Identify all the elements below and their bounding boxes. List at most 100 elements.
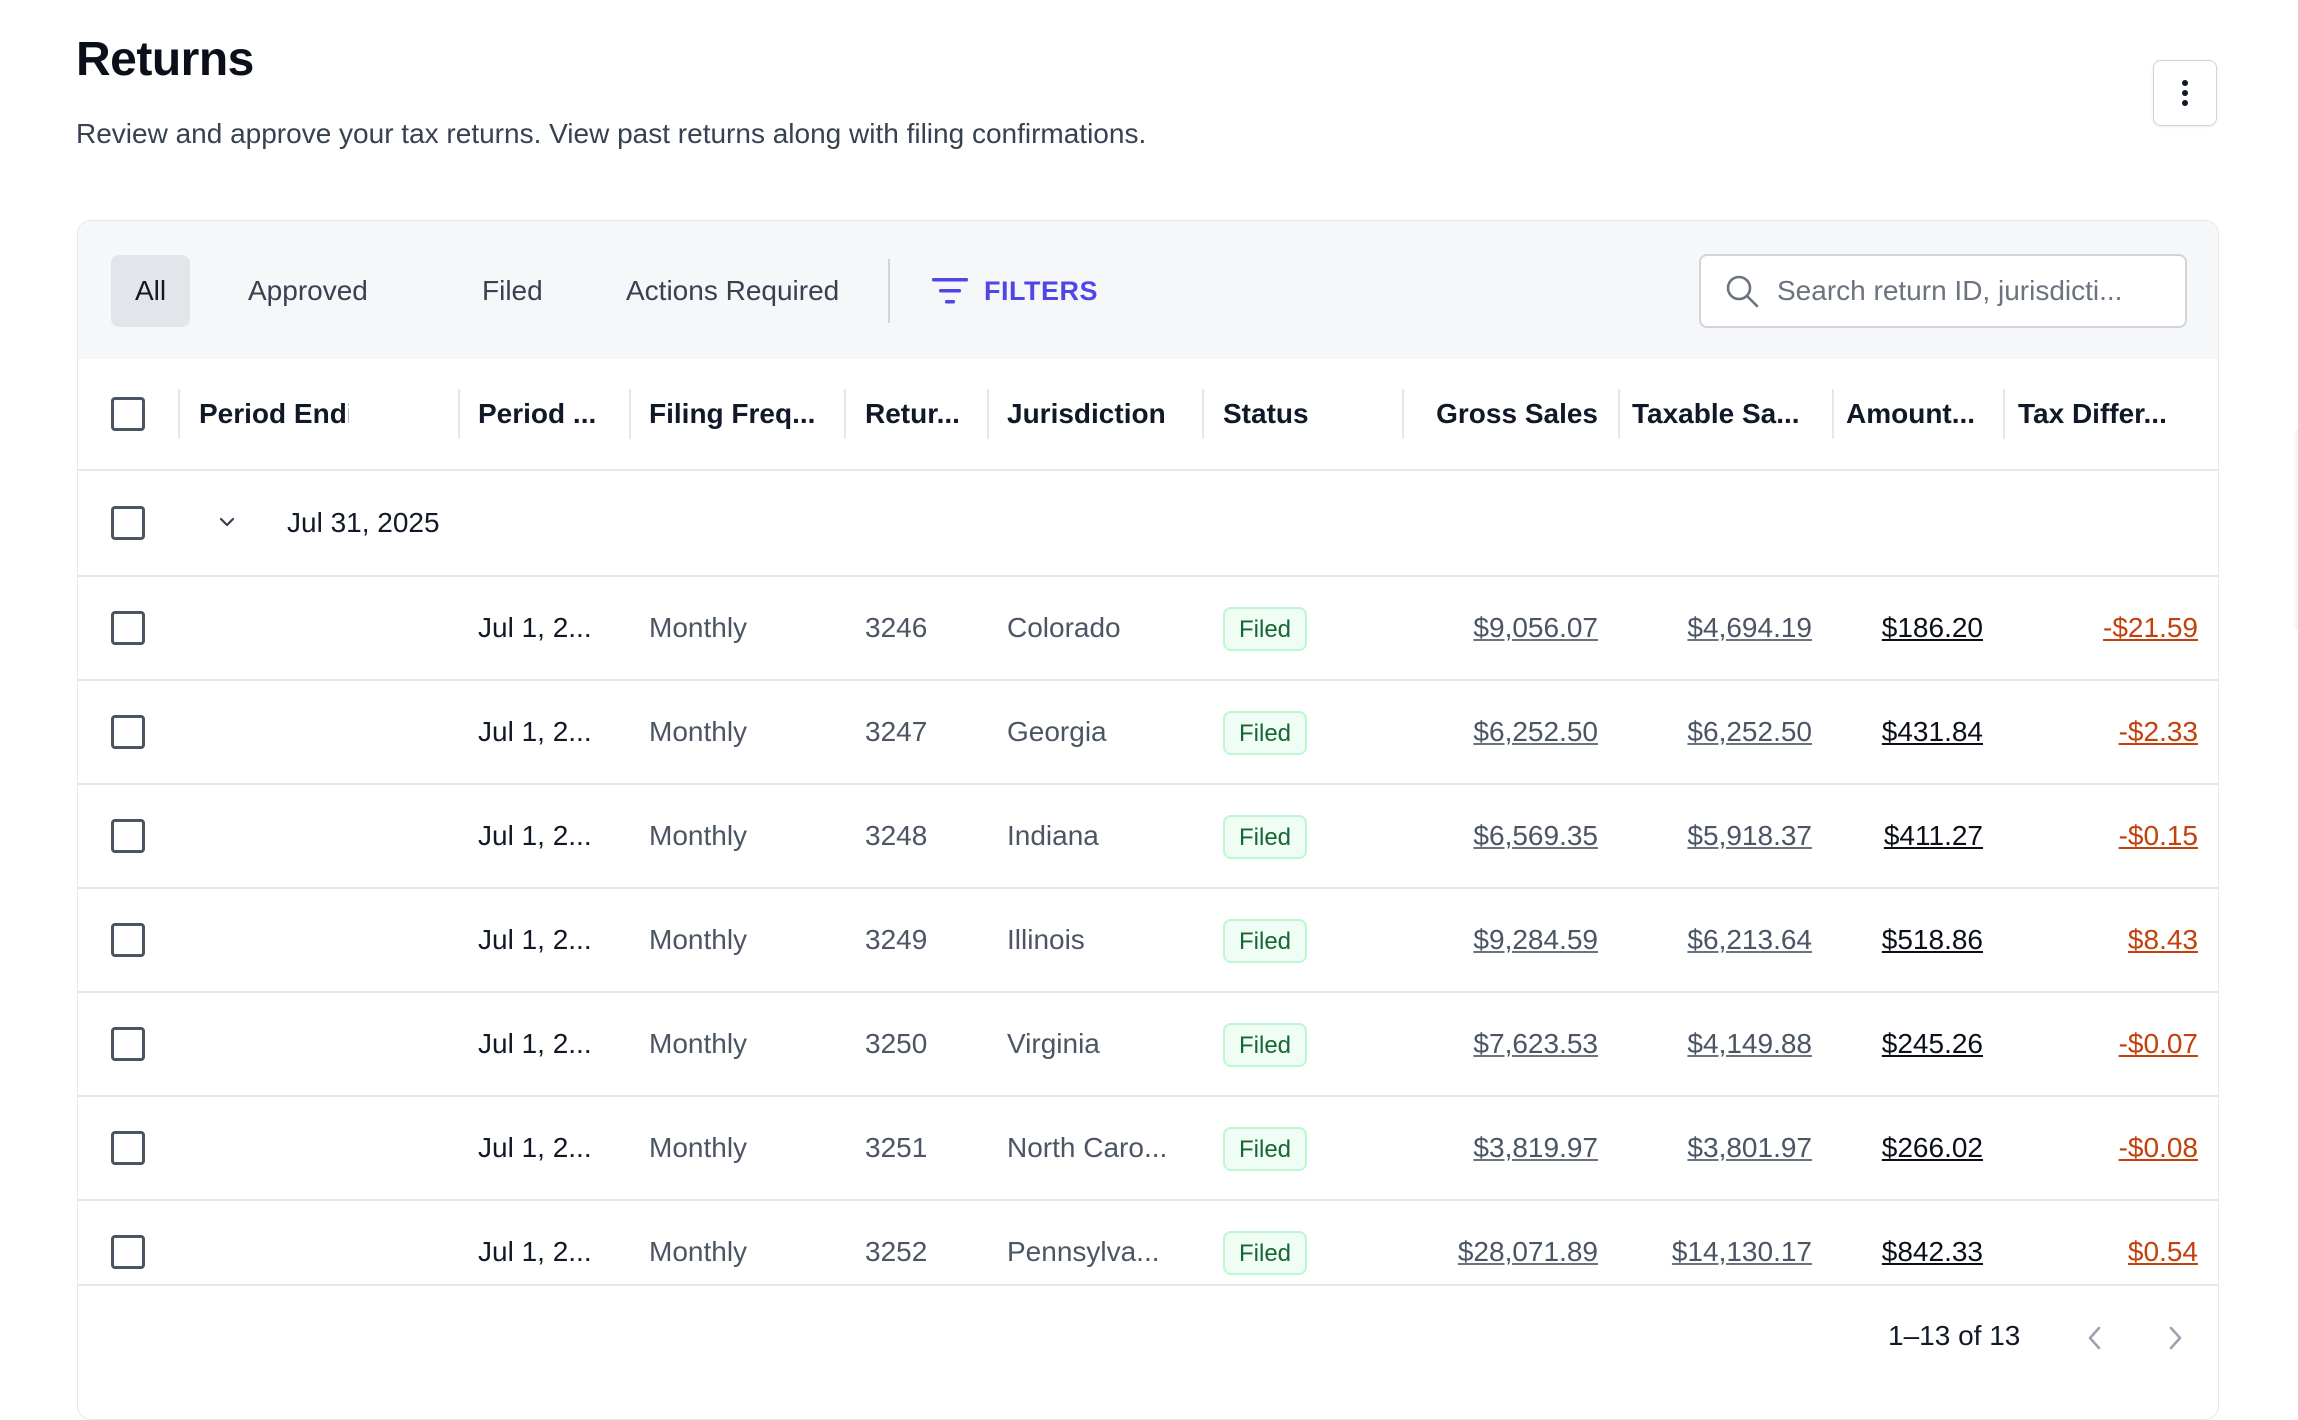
pagination-range: 1–13 of 13	[1888, 1320, 2021, 1351]
jurisdiction-cell: Virginia	[1007, 1028, 1100, 1059]
group-label: Jul 31, 2025	[287, 507, 440, 538]
row-checkbox[interactable]	[111, 1235, 145, 1269]
period-start-cell: Jul 1, 2...	[478, 924, 592, 955]
tax-difference-link[interactable]: $8.43	[1978, 889, 2198, 991]
amount-link[interactable]: $186.20	[1778, 577, 1983, 679]
jurisdiction-cell: Georgia	[1007, 716, 1107, 747]
more-options-button[interactable]	[2153, 60, 2217, 126]
search-box[interactable]	[1699, 254, 2187, 328]
tab-filed[interactable]: Filed	[458, 255, 567, 327]
row-checkbox[interactable]	[111, 715, 145, 749]
column-divider	[458, 389, 460, 439]
table-row[interactable]: Jul 1, 2... Monthly 3250 Virginia Filed …	[78, 993, 2218, 1097]
jurisdiction-cell: Colorado	[1007, 612, 1121, 643]
column-header-period-ending[interactable]: Period Ending	[199, 359, 349, 469]
frequency-cell: Monthly	[649, 820, 748, 851]
tax-difference-link[interactable]: -$2.33	[1978, 681, 2198, 783]
table-header-row: Period Ending Period ... Filing Freq... …	[78, 359, 2218, 471]
page-title: Returns	[76, 33, 254, 86]
column-divider	[1402, 389, 1404, 439]
tax-difference-link[interactable]: -$21.59	[1978, 577, 2198, 679]
status-badge: Filed	[1223, 711, 1308, 755]
column-header-return-id[interactable]: Retur...	[865, 359, 995, 469]
toolbar-divider	[888, 259, 890, 323]
returns-card: All Approved Filed Actions Required FILT…	[77, 220, 2219, 1420]
gross-sales-link[interactable]: $6,252.50	[1378, 681, 1598, 783]
amount-link[interactable]: $266.02	[1778, 1097, 1983, 1199]
amount-link[interactable]: $431.84	[1778, 681, 1983, 783]
column-header-status[interactable]: Status	[1223, 359, 1373, 469]
kebab-vertical-icon	[2182, 80, 2188, 106]
return-id-cell: 3251	[865, 1132, 928, 1163]
row-checkbox[interactable]	[111, 819, 145, 853]
search-icon	[1726, 275, 1759, 308]
return-id-cell: 3246	[865, 612, 928, 643]
column-header-amount[interactable]: Amount...	[1846, 359, 2006, 469]
frequency-cell: Monthly	[649, 612, 748, 643]
gross-sales-link[interactable]: $9,284.59	[1378, 889, 1598, 991]
column-divider	[1832, 389, 1834, 439]
row-checkbox[interactable]	[111, 611, 145, 645]
next-page-button[interactable]	[2153, 1316, 2197, 1360]
column-divider	[987, 389, 989, 439]
column-header-jurisdiction[interactable]: Jurisdiction	[1007, 359, 1187, 469]
tax-difference-link[interactable]: -$0.08	[1978, 1097, 2198, 1199]
tab-approved[interactable]: Approved	[224, 255, 392, 327]
prev-page-button[interactable]	[2073, 1316, 2117, 1360]
column-header-gross-sales[interactable]: Gross Sales	[1408, 359, 1598, 469]
column-header-tax-difference[interactable]: Tax Differ...	[2018, 359, 2198, 469]
column-header-filing-frequency[interactable]: Filing Freq...	[649, 359, 829, 469]
column-divider	[844, 389, 846, 439]
row-checkbox[interactable]	[111, 923, 145, 957]
period-start-cell: Jul 1, 2...	[478, 1132, 592, 1163]
period-start-cell: Jul 1, 2...	[478, 1028, 592, 1059]
return-id-cell: 3247	[865, 716, 928, 747]
tax-difference-link[interactable]: -$0.15	[1978, 785, 2198, 887]
row-checkbox[interactable]	[111, 1027, 145, 1061]
group-row[interactable]: Jul 31, 2025	[78, 471, 2218, 577]
row-checkbox[interactable]	[111, 1131, 145, 1165]
gross-sales-link[interactable]: $6,569.35	[1378, 785, 1598, 887]
column-header-period-start[interactable]: Period ...	[478, 359, 628, 469]
jurisdiction-cell: Indiana	[1007, 820, 1099, 851]
frequency-cell: Monthly	[649, 1132, 748, 1163]
table-body: Jul 1, 2... Monthly 3246 Colorado Filed …	[78, 577, 2218, 1305]
chevron-down-icon[interactable]	[216, 511, 238, 533]
search-input[interactable]	[1775, 274, 2179, 308]
tab-all[interactable]: All	[111, 255, 191, 327]
filters-button[interactable]: FILTERS	[932, 265, 1098, 317]
table-row[interactable]: Jul 1, 2... Monthly 3248 Indiana Filed $…	[78, 785, 2218, 889]
table-row[interactable]: Jul 1, 2... Monthly 3246 Colorado Filed …	[78, 577, 2218, 681]
period-start-cell: Jul 1, 2...	[478, 716, 592, 747]
table-toolbar: All Approved Filed Actions Required FILT…	[78, 221, 2218, 359]
period-start-cell: Jul 1, 2...	[478, 612, 592, 643]
amount-link[interactable]: $411.27	[1778, 785, 1983, 887]
status-badge: Filed	[1223, 1023, 1308, 1067]
side-panel-edge	[2292, 430, 2298, 630]
return-id-cell: 3250	[865, 1028, 928, 1059]
pagination-bar: 1–13 of 13	[78, 1284, 2218, 1406]
amount-link[interactable]: $245.26	[1778, 993, 1983, 1095]
table-row[interactable]: Jul 1, 2... Monthly 3249 Illinois Filed …	[78, 889, 2218, 993]
filters-label: FILTERS	[984, 275, 1098, 306]
column-header-taxable-sales[interactable]: Taxable Sa...	[1632, 359, 1822, 469]
frequency-cell: Monthly	[649, 716, 748, 747]
return-id-cell: 3248	[865, 820, 928, 851]
tab-actions-required[interactable]: Actions Required	[602, 255, 863, 327]
column-divider	[1618, 389, 1620, 439]
select-all-checkbox[interactable]	[111, 397, 145, 431]
table-row[interactable]: Jul 1, 2... Monthly 3251 North Caro... F…	[78, 1097, 2218, 1201]
gross-sales-link[interactable]: $3,819.97	[1378, 1097, 1598, 1199]
frequency-cell: Monthly	[649, 1028, 748, 1059]
amount-link[interactable]: $518.86	[1778, 889, 1983, 991]
column-divider	[2003, 389, 2005, 439]
jurisdiction-cell: Illinois	[1007, 924, 1085, 955]
group-checkbox[interactable]	[111, 506, 145, 540]
column-divider	[178, 389, 180, 439]
tax-difference-link[interactable]: -$0.07	[1978, 993, 2198, 1095]
frequency-cell: Monthly	[649, 924, 748, 955]
table-row[interactable]: Jul 1, 2... Monthly 3247 Georgia Filed $…	[78, 681, 2218, 785]
status-badge: Filed	[1223, 1127, 1308, 1171]
gross-sales-link[interactable]: $9,056.07	[1378, 577, 1598, 679]
gross-sales-link[interactable]: $7,623.53	[1378, 993, 1598, 1095]
